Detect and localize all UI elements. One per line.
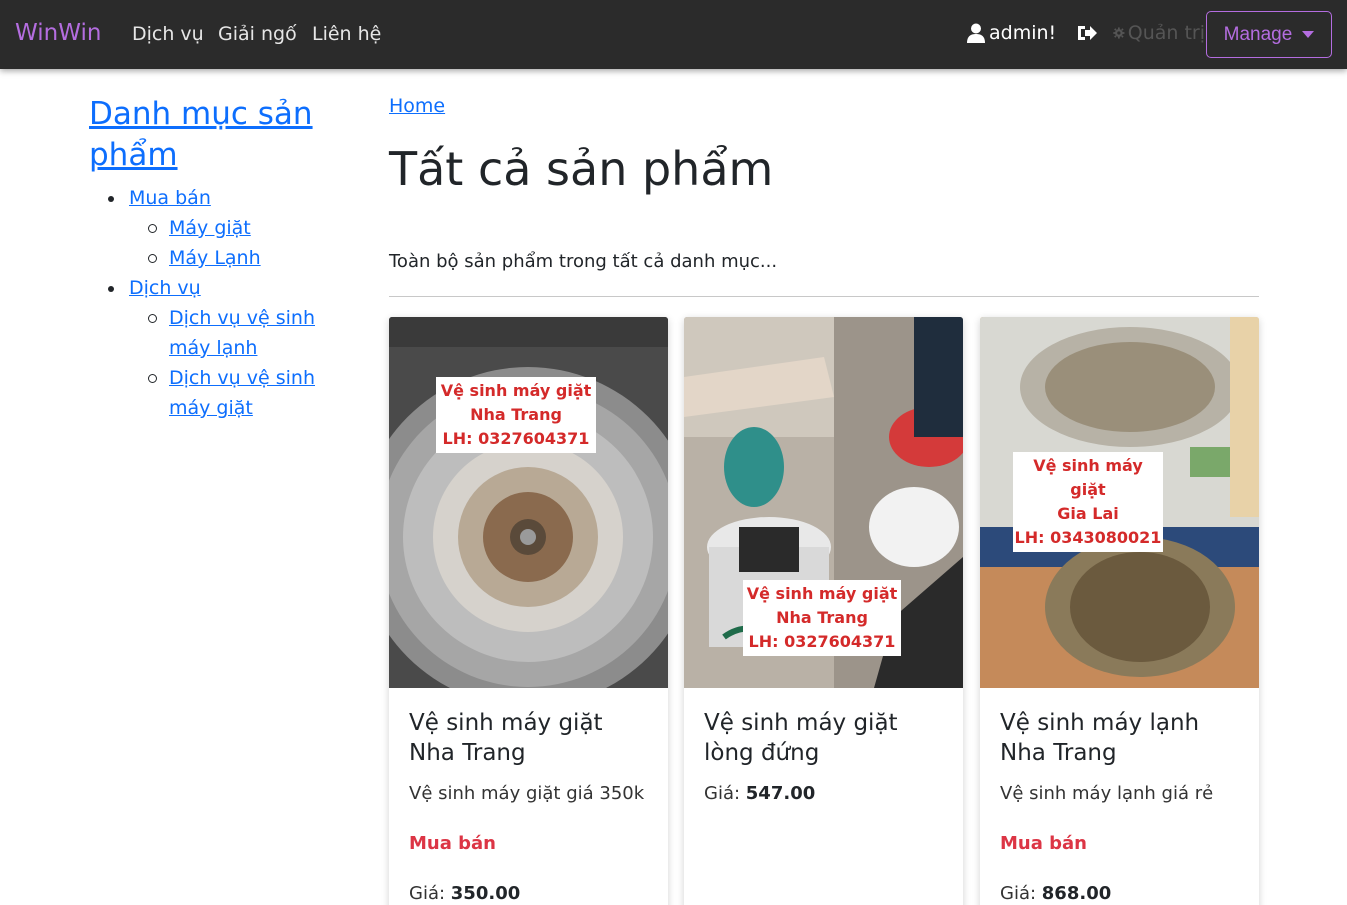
product-subtitle: Vệ sinh máy giặt giá 350k: [409, 783, 645, 804]
product-subtitle: Vệ sinh máy lạnh giá rẻ: [1000, 783, 1214, 804]
user-name: admin!: [989, 22, 1057, 44]
user-menu[interactable]: admin!: [967, 22, 1056, 44]
product-card[interactable]: Vệ sinh máy giặt Nha Trang LH: 032760437…: [389, 317, 668, 905]
caption-line: Vệ sinh máy giặt: [746, 584, 898, 603]
product-category: Mua bán: [1000, 833, 1087, 854]
product-price: Giá: 350.00: [409, 883, 520, 904]
product-title[interactable]: Vệ sinh máy giặt lòng đứng: [704, 708, 949, 768]
product-title[interactable]: Vệ sinh máy giặt Nha Trang: [409, 708, 654, 768]
category-link-mua-ban[interactable]: Mua bán: [129, 187, 211, 209]
nav-link-faq[interactable]: Giải ngố: [218, 23, 297, 45]
nav-link-contact[interactable]: Liên hệ: [312, 23, 381, 45]
category-group: Dịch vụ Dịch vụ vệ sinh máy lạnh Dịch vụ…: [89, 273, 359, 423]
caret-down-icon: [1302, 31, 1315, 38]
category-item: Dịch vụ vệ sinh máy lạnh: [129, 303, 359, 363]
category-link-may-lanh[interactable]: Máy Lạnh: [169, 247, 261, 269]
category-link-dich-vu[interactable]: Dịch vụ: [129, 277, 201, 299]
product-image[interactable]: Vệ sinh máy giặt Gia Lai LH: 0343080021: [980, 317, 1259, 688]
caption-line: Vệ sinh máy giặt: [1033, 456, 1143, 499]
category-item: Máy giặt: [129, 213, 359, 243]
product-card[interactable]: Vệ sinh máy giặt Nha Trang LH: 032760437…: [684, 317, 963, 905]
caption-line: Vệ sinh máy giặt: [440, 381, 592, 400]
price-label: Giá:: [1000, 883, 1037, 904]
category-link-ve-sinh-may-lanh[interactable]: Dịch vụ vệ sinh máy lạnh: [169, 307, 315, 359]
admin-label: Quản trị: [1127, 22, 1205, 44]
image-caption: Vệ sinh máy giặt Gia Lai LH: 0343080021: [1013, 452, 1163, 552]
page-description: Toàn bộ sản phẩm trong tất cả danh mục..…: [389, 251, 778, 272]
price-value: 350.00: [450, 883, 521, 904]
category-item: Máy Lạnh: [129, 243, 359, 273]
page-title: Tất cả sản phẩm: [389, 142, 774, 196]
price-label: Giá:: [704, 783, 741, 804]
washer-drum-photo: [389, 317, 668, 688]
category-link-ve-sinh-may-giat[interactable]: Dịch vụ vệ sinh máy giặt: [169, 367, 315, 419]
category-group: Mua bán Máy giặt Máy Lạnh: [89, 183, 359, 273]
caption-line: LH: 0327604371: [442, 429, 590, 448]
caption-line: LH: 0327604371: [748, 632, 896, 651]
logout-icon[interactable]: [1076, 22, 1098, 44]
product-price: Giá: 868.00: [1000, 883, 1111, 904]
category-item: Dịch vụ vệ sinh máy giặt: [129, 363, 359, 423]
category-tree: Mua bán Máy giặt Máy Lạnh Dịch vụ Dịch v…: [89, 183, 359, 423]
category-heading-link[interactable]: Danh mục sản phẩm: [89, 94, 349, 176]
breadcrumb-home[interactable]: Home: [389, 95, 445, 117]
image-caption: Vệ sinh máy giặt Nha Trang LH: 032760437…: [743, 580, 901, 656]
image-caption: Vệ sinh máy giặt Nha Trang LH: 032760437…: [436, 377, 596, 453]
caption-line: Nha Trang: [776, 608, 868, 627]
manage-label: Manage: [1223, 23, 1293, 45]
caption-line: Gia Lai: [1057, 504, 1119, 523]
caption-line: Nha Trang: [470, 405, 562, 424]
product-image[interactable]: Vệ sinh máy giặt Nha Trang LH: 032760437…: [389, 317, 668, 688]
product-image[interactable]: Vệ sinh máy giặt Nha Trang LH: 032760437…: [684, 317, 963, 688]
top-navbar: WinWin Dịch vụ Giải ngố Liên hệ admin! Q…: [0, 0, 1347, 69]
gear-icon: [1113, 27, 1125, 39]
product-price: Giá: 547.00: [704, 783, 815, 804]
brand-logo[interactable]: WinWin: [15, 20, 101, 46]
user-icon: [967, 23, 985, 43]
price-label: Giá:: [409, 883, 446, 904]
admin-link[interactable]: Quản trị: [1113, 22, 1205, 44]
manage-dropdown-button[interactable]: Manage: [1206, 11, 1332, 58]
caption-line: LH: 0343080021: [1014, 528, 1162, 547]
price-value: 868.00: [1041, 883, 1112, 904]
product-category: Mua bán: [409, 833, 496, 854]
product-title[interactable]: Vệ sinh máy lạnh Nha Trang: [1000, 708, 1245, 768]
category-link-may-giat[interactable]: Máy giặt: [169, 217, 251, 239]
price-value: 547.00: [745, 783, 816, 804]
nav-link-services[interactable]: Dịch vụ: [132, 23, 204, 45]
product-card[interactable]: Vệ sinh máy giặt Gia Lai LH: 0343080021 …: [980, 317, 1259, 905]
divider: [389, 296, 1259, 297]
